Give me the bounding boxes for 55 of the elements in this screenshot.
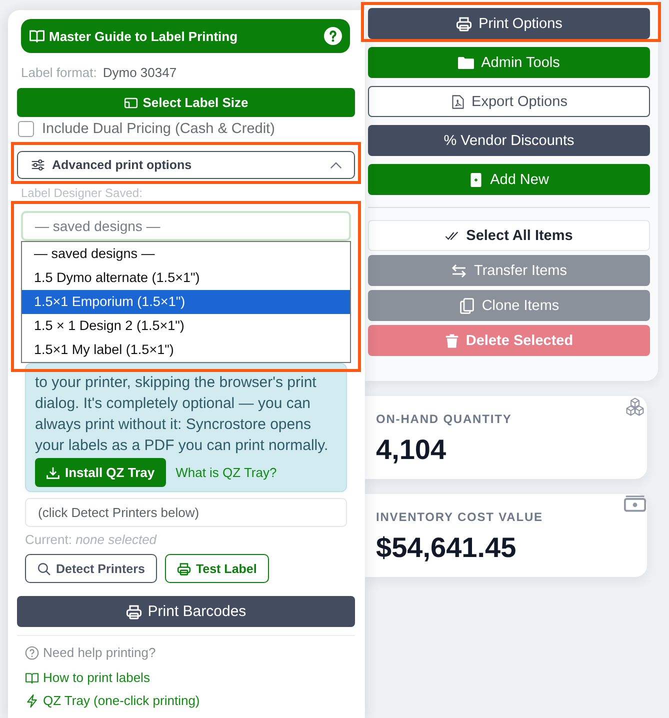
vendor-discounts-button[interactable]: % Vendor Discounts [368, 125, 650, 156]
install-button[interactable]: Install QZ Tray [35, 458, 166, 487]
admin-tools-button[interactable]: Admin Tools [368, 47, 650, 78]
sliders-icon [31, 158, 45, 172]
designer-label: Label Designer Saved: [20, 186, 144, 200]
add-file-icon [469, 172, 484, 186]
label-format-label: Label format: [21, 65, 97, 80]
select-field[interactable]: — saved designs — [21, 211, 351, 241]
advanced-options-toggle[interactable]: Advanced print options [17, 151, 355, 179]
info-link[interactable]: What is QZ Tray? [176, 465, 277, 480]
download-icon [46, 466, 60, 480]
dropdown-option[interactable]: 1.5×1 My label (1.5×1") [22, 338, 350, 362]
printer-icon [126, 604, 142, 620]
select-all-button[interactable]: Select All Items [368, 220, 650, 251]
detect-printers-button[interactable]: Detect Printers [25, 554, 157, 583]
folder-icon [458, 54, 474, 70]
cubes-icon [624, 397, 646, 417]
dropdown-option[interactable]: — saved designs — [22, 242, 350, 266]
printer-select-field[interactable]: (click Detect Printers below) [25, 498, 347, 527]
checkbox[interactable] [18, 121, 34, 137]
search-icon [37, 562, 51, 576]
stat-label: ON-HAND QUANTITY [376, 412, 513, 426]
checkbox-label: Include Dual Pricing (Cash & Credit) [42, 121, 275, 137]
current-printer-text: Current: none selected [24, 532, 158, 548]
test-label-button[interactable]: Test Label [164, 554, 269, 583]
stat-value: $54,641.45 [376, 532, 518, 564]
question-icon [25, 646, 39, 660]
book-icon [25, 671, 39, 685]
dropdown-option[interactable]: 1.5×1 Emporium (1.5×1") [22, 290, 350, 314]
lightning-icon [25, 694, 39, 708]
stat-value: 4,104 [376, 434, 448, 466]
help-link[interactable]: How to print labels [17, 669, 150, 687]
add-new-button[interactable]: Add New [368, 164, 650, 195]
trash-icon [444, 334, 459, 348]
stat-label: INVENTORY COST VALUE [376, 510, 544, 524]
info-text: to your printer, skipping the browser's print dialog. It's completely optional — you can always print without it: Syncrostore opens your labels as a PDF you can print normally. [35, 373, 330, 456]
help-link[interactable]: QZ Tray (one-click printing) [17, 692, 200, 710]
help-icon [324, 27, 342, 45]
printer-icon [456, 16, 472, 32]
printer-icon [176, 562, 191, 576]
dropdown-option[interactable]: 1.5 Dymo alternate (1.5×1") [22, 266, 350, 290]
print-options-button[interactable]: Print Options [368, 8, 650, 39]
label-guide-button[interactable]: Master Guide to Label Printing [21, 19, 350, 53]
export-options-button[interactable]: Export Options [368, 86, 650, 117]
label-icon [124, 96, 138, 110]
help-title: Need help printing? [43, 644, 156, 662]
dropdown-option[interactable]: 1.5 × 1 Design 2 (1.5×1") [22, 314, 350, 338]
label-format-value: Dymo 30347 [102, 65, 177, 80]
swap-arrows-icon [451, 262, 468, 278]
copy-icon [458, 298, 475, 314]
money-bill-icon [624, 495, 646, 512]
select-label-size-button[interactable]: Select Label Size [17, 88, 355, 117]
print-barcodes-button[interactable]: Print Barcodes [17, 596, 355, 627]
book-icon [29, 28, 45, 44]
pdf-file-icon [450, 94, 465, 108]
